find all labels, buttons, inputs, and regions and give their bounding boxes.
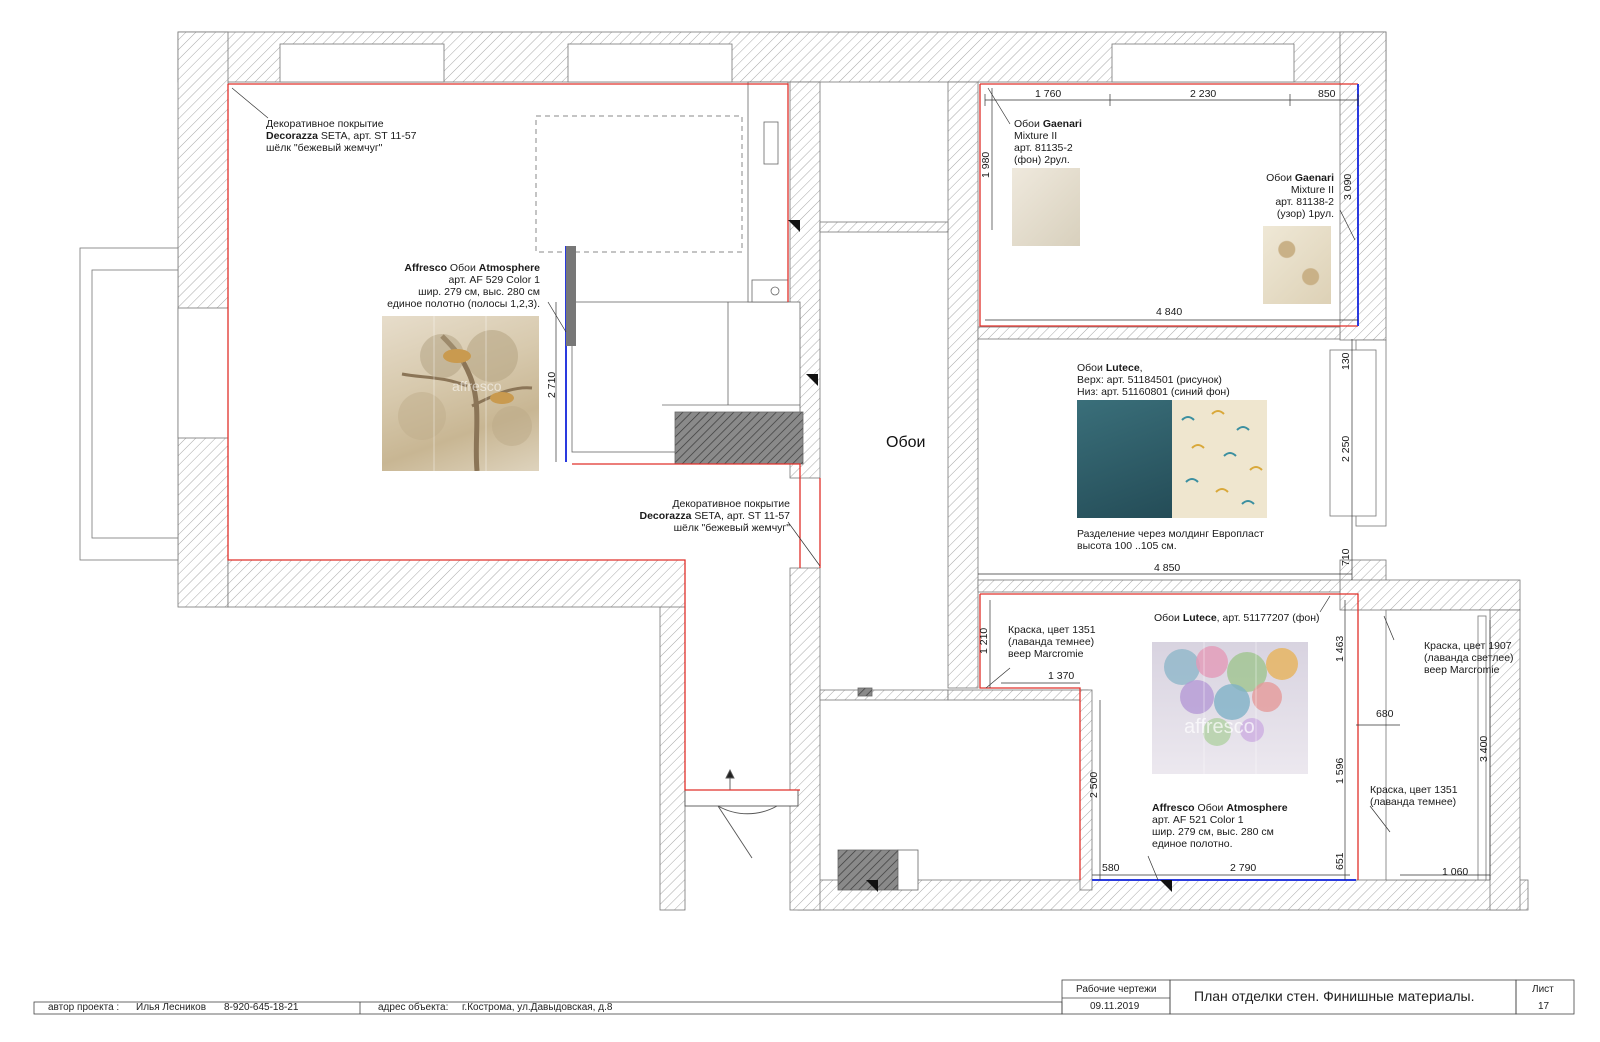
- note-paint-1351-a: Краска, цвет 1351 (лаванда темнее) веер …: [1008, 624, 1096, 660]
- affresco-atmosphere-swatch-right: affresco: [1152, 642, 1308, 774]
- kitchen-island-outline: [535, 115, 743, 253]
- dim-651: 651: [1334, 852, 1346, 870]
- lutece-swatch-blue: [1077, 400, 1172, 518]
- affresco-atmosphere-swatch-left: affresco: [382, 316, 539, 471]
- dim-1463: 1 463: [1334, 635, 1346, 662]
- dim-710: 710: [1340, 548, 1352, 566]
- address-value: г.Кострома, ул.Давыдовская, д.8: [462, 1002, 613, 1013]
- watermark-text: affresco: [452, 378, 502, 394]
- note-decorative-coating-mid: Декоративное покрытие Decorazza SETA, ар…: [639, 498, 791, 534]
- dim-1370: 1 370: [1048, 670, 1075, 682]
- drawing-stage: Рабочие чертежи: [1076, 984, 1157, 995]
- author-label: автор проекта :: [48, 1002, 120, 1013]
- lutece-swatch-birds: [1172, 400, 1267, 518]
- dim-2710: 2 710: [546, 371, 558, 398]
- note-molding: Разделение через молдинг Европласт высот…: [1077, 528, 1264, 552]
- dim-3090: 3 090: [1342, 173, 1354, 200]
- dim-2790: 2 790: [1230, 862, 1257, 874]
- dim-580: 580: [1102, 862, 1120, 874]
- dim-1060: 1 060: [1442, 866, 1469, 878]
- exterior-walls: [177, 31, 1529, 911]
- dim-850: 850: [1318, 88, 1336, 100]
- sheet-number: 17: [1538, 1001, 1550, 1012]
- wall-segment-marker: [566, 246, 576, 346]
- note-gaenari-pattern: Обои Gaenari Mixture II арт. 81138-2 (уз…: [1266, 172, 1334, 220]
- floral-illustration: [1164, 642, 1298, 774]
- dim-4840: 4 840: [1156, 306, 1183, 318]
- dim-2500: 2 500: [1088, 771, 1100, 798]
- note-lutece-wallpaper: Обои Lutece, Верх: арт. 51184501 (рисуно…: [1077, 362, 1230, 398]
- dim-1210: 1 210: [978, 627, 990, 654]
- gaenari-swatch-pattern: [1263, 226, 1331, 304]
- note-lutece-background: Обои Lutece, арт. 51177207 (фон): [1154, 612, 1320, 624]
- dim-4850: 4 850: [1154, 562, 1181, 574]
- note-paint-1351-b: Краска, цвет 1351 (лаванда темнее): [1370, 784, 1458, 808]
- drawing-title: План отделки стен. Финишные материалы.: [1194, 988, 1475, 1004]
- note-gaenari-background: Обои Gaenari Mixture II арт. 81135-2 (фо…: [1014, 118, 1082, 166]
- note-affresco-left: Affresco Обои Atmosphere арт. AF 529 Col…: [387, 262, 540, 310]
- bath-fixtures: [837, 687, 919, 891]
- note-paint-1907: Краска, цвет 1907 (лаванда светлее) веер…: [1424, 640, 1514, 676]
- author-name: Илья Лесников: [136, 1002, 207, 1013]
- dim-1596: 1 596: [1334, 757, 1346, 784]
- room-label: Обои: [886, 434, 926, 451]
- dim-1760: 1 760: [1035, 88, 1062, 100]
- dim-3400: 3 400: [1478, 735, 1490, 762]
- address-label: адрес объекта:: [378, 1002, 449, 1013]
- dim-2230: 2 230: [1190, 88, 1217, 100]
- sheet-label: Лист: [1532, 984, 1554, 995]
- note-decorative-coating-top: Декоративное покрытие Decorazza SETA, ар…: [266, 118, 417, 154]
- dim-2250: 2 250: [1340, 435, 1352, 462]
- birds-pattern: [1181, 410, 1263, 505]
- gaenari-swatch-background: [1012, 168, 1080, 246]
- dim-680: 680: [1376, 708, 1394, 720]
- dim-1980: 1 980: [980, 151, 992, 178]
- floor-plan: [33, 31, 1575, 1015]
- entrance-door: [684, 768, 799, 859]
- author-phone: 8-920-645-18-21: [224, 1002, 299, 1013]
- dim-130: 130: [1340, 352, 1352, 370]
- watermark-text: affresco: [1184, 716, 1255, 738]
- drawing-date: 09.11.2019: [1090, 1001, 1140, 1012]
- note-affresco-right: Affresco Обои Atmosphere арт. AF 521 Col…: [1152, 802, 1288, 850]
- kitchen-elements: [571, 81, 804, 465]
